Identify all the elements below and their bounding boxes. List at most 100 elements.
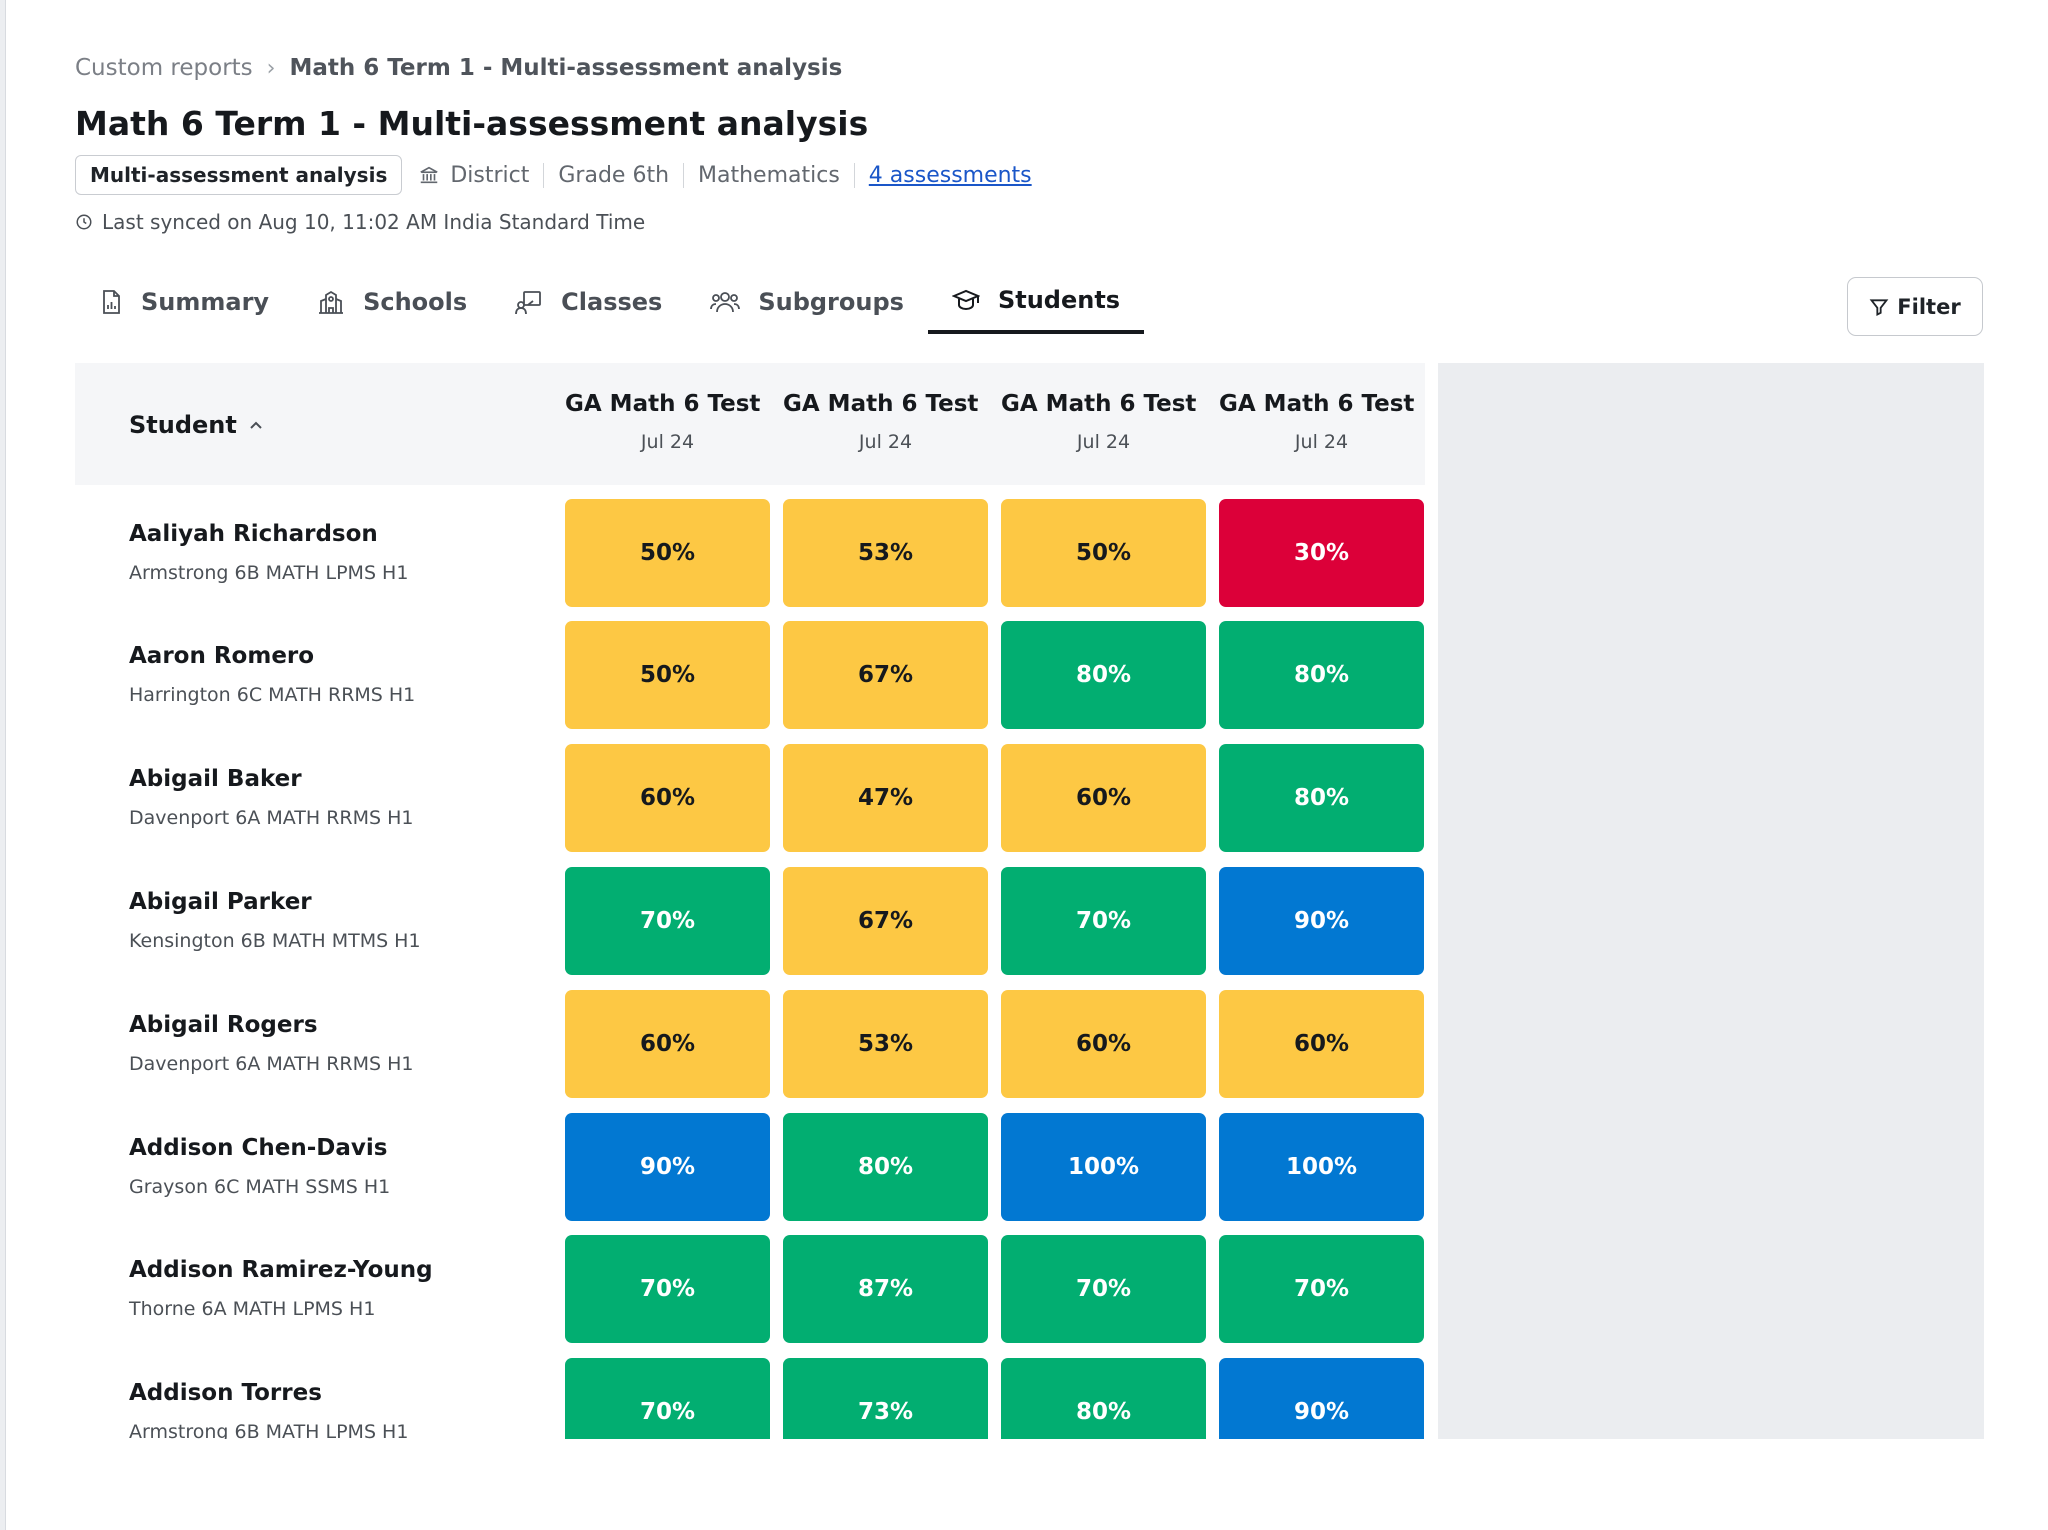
student-name[interactable]: Abigail Parker — [129, 889, 312, 915]
score-cell[interactable]: 67% — [783, 867, 988, 975]
student-column-header[interactable]: Student — [129, 411, 263, 439]
breadcrumb-custom-reports-link[interactable]: Custom reports — [75, 55, 253, 81]
score-cell[interactable]: 100% — [1219, 1113, 1424, 1221]
score-cell[interactable]: 100% — [1001, 1113, 1206, 1221]
student-name[interactable]: Aaliyah Richardson — [129, 521, 378, 547]
score-cell[interactable]: 80% — [1001, 621, 1206, 729]
document-chart-icon — [103, 290, 120, 314]
score-cell[interactable]: 60% — [565, 990, 770, 1098]
score-cell[interactable]: 80% — [1219, 744, 1424, 852]
score-cell[interactable]: 90% — [565, 1113, 770, 1221]
score-cell[interactable]: 50% — [1001, 499, 1206, 607]
report-meta-row: Multi-assessment analysis District Grade… — [75, 155, 1046, 195]
score-cell[interactable]: 80% — [783, 1113, 988, 1221]
filter-button-label: Filter — [1897, 294, 1961, 319]
score-cell[interactable]: 80% — [1219, 621, 1424, 729]
score-cell[interactable]: 70% — [565, 867, 770, 975]
school-building-icon — [319, 290, 344, 314]
tab-subgroups-label: Subgroups — [758, 288, 904, 316]
student-name[interactable]: Addison Chen-Davis — [129, 1135, 387, 1161]
student-class: Armstrong 6B MATH LPMS H1 — [129, 1421, 409, 1439]
table-row: Abigail Parker Kensington 6B MATH MTMS H… — [75, 867, 1425, 975]
score-cell[interactable]: 70% — [1219, 1235, 1424, 1343]
assessment-title: GA Math 6 Test 1... — [1219, 391, 1424, 417]
tab-students-label: Students — [997, 286, 1121, 314]
table-row: Aaliyah Richardson Armstrong 6B MATH LPM… — [75, 499, 1425, 607]
funnel-icon — [1869, 298, 1889, 316]
tab-schools-label: Schools — [363, 288, 468, 316]
score-cell[interactable]: 70% — [1001, 867, 1206, 975]
sort-ascending-icon — [250, 421, 262, 429]
assessments-link[interactable]: 4 assessments — [869, 163, 1032, 188]
student-class: Davenport 6A MATH RRMS H1 — [129, 1053, 414, 1075]
table-row: Addison Torres Armstrong 6B MATH LPMS H1… — [75, 1358, 1425, 1439]
tab-subgroups[interactable]: Subgroups — [686, 270, 928, 334]
score-cell[interactable]: 80% — [1001, 1358, 1206, 1439]
score-cell[interactable]: 53% — [783, 499, 988, 607]
assessment-date: Jul 24 — [640, 431, 695, 453]
student-name[interactable]: Abigail Rogers — [129, 1012, 318, 1038]
score-cell[interactable]: 30% — [1219, 499, 1424, 607]
tab-summary[interactable]: Summary — [75, 270, 293, 334]
tab-schools[interactable]: Schools — [293, 270, 491, 334]
breadcrumb: Custom reports › Math 6 Term 1 - Multi-a… — [75, 55, 842, 81]
score-cell[interactable]: 70% — [565, 1358, 770, 1439]
student-name[interactable]: Abigail Baker — [129, 766, 302, 792]
student-column-header-label: Student — [129, 411, 237, 439]
page-title: Math 6 Term 1 - Multi-assessment analysi… — [75, 104, 869, 143]
score-cell[interactable]: 70% — [1001, 1235, 1206, 1343]
people-group-icon — [710, 292, 741, 313]
assessment-column-header[interactable]: GA Math 6 Test 1... Jul 24 — [1219, 391, 1424, 453]
table-body[interactable]: Aaliyah Richardson Armstrong 6B MATH LPM… — [75, 499, 1425, 1439]
assessment-date: Jul 24 — [1294, 431, 1349, 453]
student-class: Grayson 6C MATH SSMS H1 — [129, 1176, 391, 1198]
empty-column-area — [1438, 363, 1984, 1439]
assessment-title: GA Math 6 Test ... — [565, 391, 770, 417]
score-cell[interactable]: 60% — [1219, 990, 1424, 1098]
report-tabs: Summary Schools Classes Subgroups Studen… — [75, 270, 1145, 336]
classroom-icon — [515, 291, 542, 315]
score-cell[interactable]: 70% — [565, 1235, 770, 1343]
breadcrumb-separator: › — [266, 55, 276, 81]
score-cell[interactable]: 73% — [783, 1358, 988, 1439]
score-cell[interactable]: 90% — [1219, 1358, 1424, 1439]
table-row: Addison Ramirez-Young Thorne 6A MATH LPM… — [75, 1235, 1425, 1343]
assessment-column-header[interactable]: GA Math 6 Test ... Jul 24 — [565, 391, 770, 453]
score-cell[interactable]: 67% — [783, 621, 988, 729]
score-cell[interactable]: 60% — [1001, 744, 1206, 852]
score-cell[interactable]: 53% — [783, 990, 988, 1098]
assessments-meta: 4 assessments — [853, 162, 1046, 188]
score-cell[interactable]: 90% — [1219, 867, 1424, 975]
score-cell[interactable]: 50% — [565, 499, 770, 607]
score-cell[interactable]: 50% — [565, 621, 770, 729]
subject-label: Mathematics — [683, 162, 854, 188]
sync-text: Last synced on Aug 10, 11:02 AM India St… — [102, 210, 646, 234]
students-score-table: Student GA Math 6 Test ... Jul 24 GA Mat… — [75, 363, 1984, 1439]
table-header-row: Student GA Math 6 Test ... Jul 24 GA Mat… — [75, 363, 1425, 485]
student-class: Armstrong 6B MATH LPMS H1 — [129, 562, 409, 584]
student-name[interactable]: Addison Ramirez-Young — [129, 1257, 433, 1283]
table-row: Abigail Rogers Davenport 6A MATH RRMS H1… — [75, 990, 1425, 1098]
assessment-column-header[interactable]: GA Math 6 Test ... Jul 24 — [1001, 391, 1206, 453]
student-class: Harrington 6C MATH RRMS H1 — [129, 684, 416, 706]
tab-classes[interactable]: Classes — [491, 270, 686, 334]
tab-students[interactable]: Students — [927, 270, 1145, 334]
student-class: Davenport 6A MATH RRMS H1 — [129, 807, 414, 829]
student-name[interactable]: Addison Torres — [129, 1380, 322, 1406]
window-left-edge — [0, 0, 6, 1530]
tab-summary-label: Summary — [141, 288, 270, 316]
student-class: Kensington 6B MATH MTMS H1 — [129, 930, 421, 952]
student-name[interactable]: Aaron Romero — [129, 643, 314, 669]
score-cell[interactable]: 87% — [783, 1235, 988, 1343]
sync-status: Last synced on Aug 10, 11:02 AM India St… — [75, 210, 645, 234]
scope-label: District — [450, 162, 530, 188]
score-cell[interactable]: 60% — [565, 744, 770, 852]
table-row: Abigail Baker Davenport 6A MATH RRMS H1 … — [75, 744, 1425, 852]
score-cell[interactable]: 47% — [783, 744, 988, 852]
grade-label: Grade 6th — [543, 162, 683, 188]
assessment-column-header[interactable]: GA Math 6 Test ... Jul 24 — [783, 391, 988, 453]
report-type-badge: Multi-assessment analysis — [75, 155, 403, 195]
assessment-date: Jul 24 — [1076, 431, 1131, 453]
score-cell[interactable]: 60% — [1001, 990, 1206, 1098]
filter-button[interactable]: Filter — [1847, 277, 1983, 336]
